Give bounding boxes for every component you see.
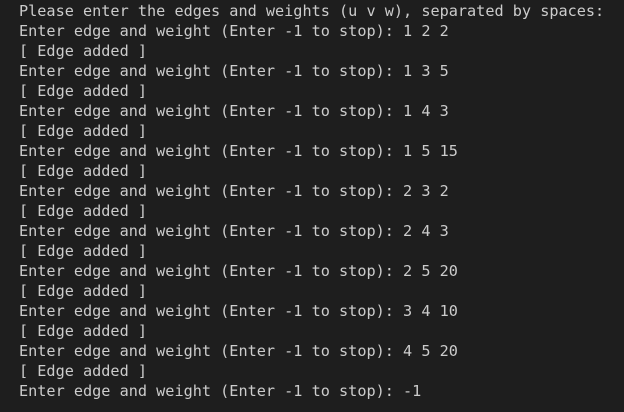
terminal-line-edge-added: [ Edge added ]: [19, 282, 148, 300]
terminal-line-input: Enter edge and weight (Enter -1 to stop)…: [19, 342, 458, 360]
terminal-line-input: Enter edge and weight (Enter -1 to stop)…: [19, 142, 458, 160]
terminal-line-input: Enter edge and weight (Enter -1 to stop)…: [19, 22, 449, 40]
terminal-line-edge-added: [ Edge added ]: [19, 42, 148, 60]
terminal-line-edge-added: [ Edge added ]: [19, 322, 148, 340]
terminal-line-input: Enter edge and weight (Enter -1 to stop)…: [19, 182, 449, 200]
terminal-line-input: Enter edge and weight (Enter -1 to stop)…: [19, 222, 449, 240]
terminal-line-edge-added: [ Edge added ]: [19, 82, 148, 100]
terminal-line-input: Enter edge and weight (Enter -1 to stop)…: [19, 262, 458, 280]
terminal-line-edge-added: [ Edge added ]: [19, 242, 148, 260]
terminal-line-input: Enter edge and weight (Enter -1 to stop)…: [19, 62, 449, 80]
terminal-line-edge-added: [ Edge added ]: [19, 202, 148, 220]
terminal-line-input-stop: Enter edge and weight (Enter -1 to stop)…: [19, 382, 422, 400]
terminal-line-edge-added: [ Edge added ]: [19, 362, 148, 380]
terminal-output[interactable]: Please enter the edges and weights (u v …: [0, 0, 624, 412]
terminal-line-input: Enter edge and weight (Enter -1 to stop)…: [19, 102, 449, 120]
terminal-line-prompt-header: Please enter the edges and weights (u v …: [19, 2, 605, 20]
terminal-line-edge-added: [ Edge added ]: [19, 162, 148, 180]
terminal-line-edge-added: [ Edge added ]: [19, 122, 148, 140]
terminal-line-input: Enter edge and weight (Enter -1 to stop)…: [19, 302, 458, 320]
